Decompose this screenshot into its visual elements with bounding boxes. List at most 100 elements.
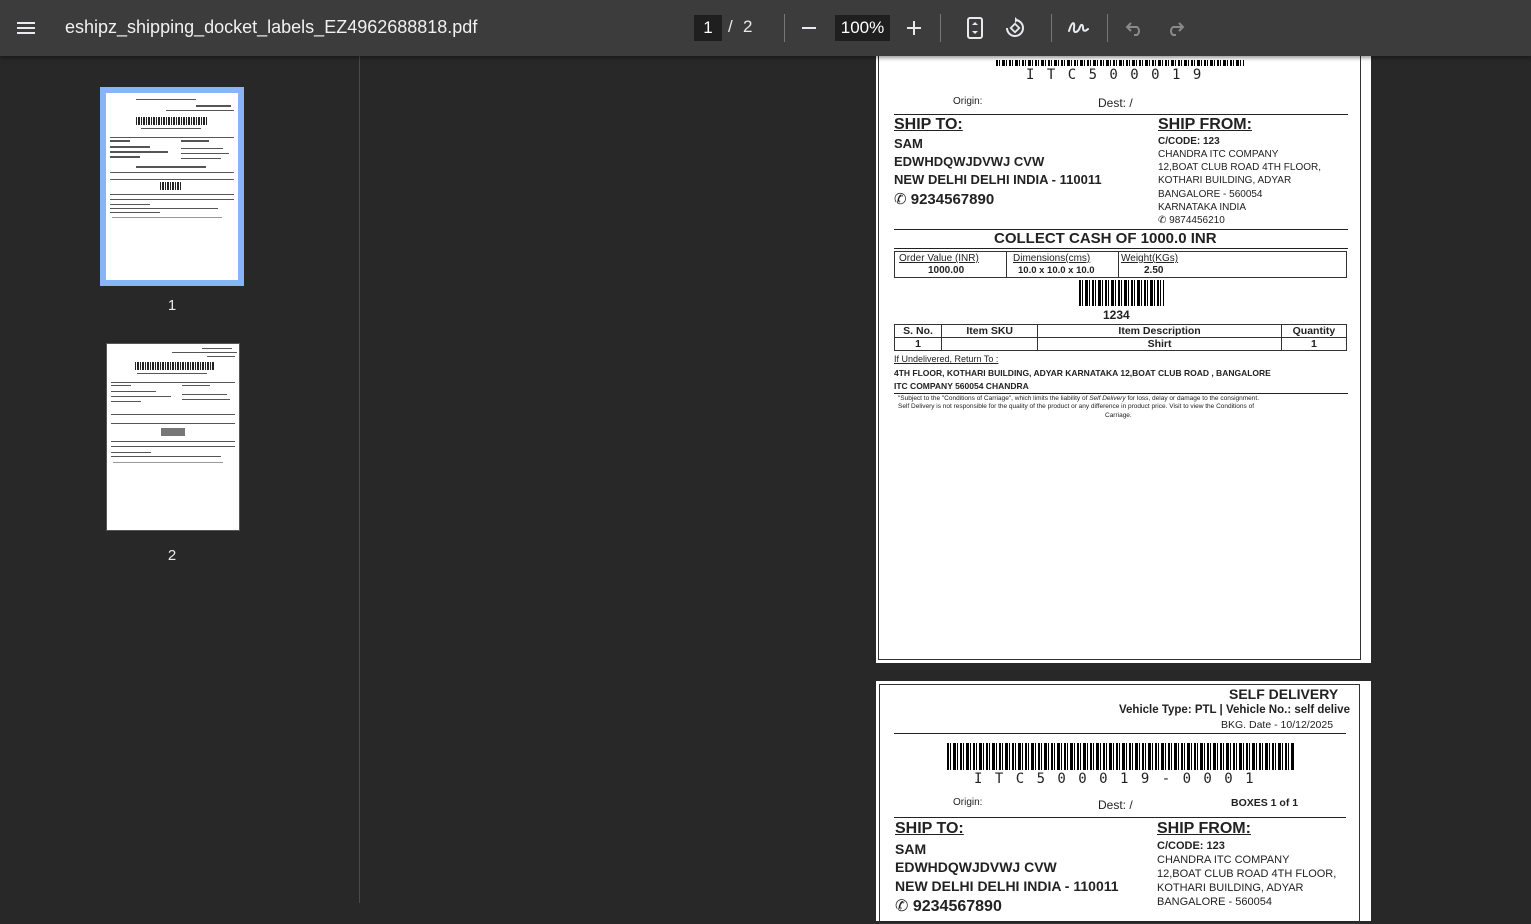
- thumb-rule: [110, 172, 234, 173]
- ship-to-phone: 9234567890: [910, 191, 995, 208]
- thumb-rule: [110, 199, 234, 200]
- return-address-line: 4TH FLOOR, KOTHARI BUILDING, ADYAR KARNA…: [894, 368, 1271, 378]
- items-table: S. No. Item SKU Item Description Quantit…: [893, 324, 1348, 351]
- thumb-rule: [110, 137, 234, 138]
- weight-label: Weight(KGs): [1121, 253, 1179, 264]
- thumb-text: [182, 399, 230, 400]
- self-delivery-title: SELF DELIVERY: [1229, 686, 1339, 702]
- table-cell: Shirt: [1037, 337, 1282, 351]
- order-value: 1000.00: [928, 265, 965, 276]
- thumb-rule: [111, 423, 235, 424]
- thumb-text: [136, 166, 206, 168]
- thumb-text: [110, 156, 140, 158]
- ship-from-line: KOTHARI BUILDING, ADYAR: [1158, 175, 1292, 186]
- thumb-rule: [111, 382, 235, 383]
- disclaimer-text: for loss, delay or damage to the consign…: [1125, 395, 1259, 402]
- document-title: eshipz_shipping_docket_labels_EZ49626888…: [65, 17, 478, 37]
- divider: [894, 248, 1348, 249]
- ship-to-phone-row: ✆ 9234567890: [895, 896, 1002, 916]
- thumb-text: [110, 204, 150, 205]
- toolbar-divider: [940, 14, 941, 42]
- barcode-text: I T C 5 0 0 0 1 9: [1026, 67, 1204, 83]
- plus-icon[interactable]: [898, 12, 930, 44]
- thumbnail-label: 2: [167, 547, 177, 564]
- ship-from-line: BANGALORE - 560054: [1157, 896, 1272, 908]
- pdf-page-2: SELF DELIVERY Vehicle Type: PTL | Vehicl…: [876, 681, 1371, 924]
- dimensions-label: Dimensions(cms): [1013, 253, 1091, 264]
- thumbnail-page-1[interactable]: [100, 87, 244, 286]
- fit-page-icon[interactable]: [959, 12, 991, 44]
- thumb-text: [111, 456, 221, 457]
- ship-to-heading: SHIP TO:: [894, 116, 963, 133]
- ship-from-line: 12,BOAT CLUB ROAD 4TH FLOOR,: [1158, 162, 1322, 173]
- thumb-text: [181, 153, 229, 154]
- thumbnail-page-2[interactable]: [106, 343, 240, 531]
- origin-label: Origin:: [953, 96, 983, 107]
- ship-to-address: EDWHDQWJDVWJ CVW: [895, 859, 1057, 875]
- ship-from-line: 12,BOAT CLUB ROAD 4TH FLOOR,: [1157, 868, 1337, 880]
- thumb-text: [137, 373, 207, 374]
- thumb-text: [111, 396, 171, 397]
- table-header-row: S. No. Item SKU Item Description Quantit…: [893, 324, 1348, 338]
- thumb-rule: [111, 414, 235, 415]
- thumb-text: [110, 140, 130, 142]
- booking-date: BKG. Date - 10/12/2025: [1221, 719, 1334, 731]
- thumb-text: [202, 348, 232, 349]
- ship-from-line: KOTHARI BUILDING, ADYAR: [1157, 882, 1304, 894]
- ship-to-name: SAM: [895, 841, 927, 857]
- zoom-input[interactable]: 100%: [835, 15, 890, 41]
- divider: [894, 393, 1348, 394]
- divider: [1118, 252, 1119, 277]
- redo-icon[interactable]: [1159, 12, 1191, 44]
- ship-to-heading: SHIP TO:: [895, 820, 964, 837]
- ship-from-phone: 9874456210: [1169, 215, 1225, 226]
- column-header: S. No.: [893, 324, 943, 338]
- rotate-icon[interactable]: [999, 12, 1031, 44]
- dimensions-value: 10.0 x 10.0 x 10.0: [1018, 265, 1095, 276]
- thumbnail-sidebar: 1 2: [0, 56, 360, 903]
- dest-label: Dest: /: [1098, 96, 1133, 110]
- thumb-barcode: [135, 362, 215, 370]
- dest-label: Dest: /: [1098, 798, 1133, 812]
- undo-icon[interactable]: [1119, 12, 1151, 44]
- sku-barcode-text: 1234: [1103, 308, 1130, 322]
- thumb-text: [182, 394, 227, 395]
- ship-from-line: BANGALORE - 560054: [1158, 189, 1263, 200]
- ship-from-line: CHANDRA ITC COMPANY: [1157, 854, 1290, 866]
- order-value-label: Order Value (INR): [899, 253, 979, 264]
- thumb-text: [172, 352, 237, 353]
- boxes-count: BOXES 1 of 1: [1231, 797, 1299, 809]
- thumb-text: [181, 148, 223, 149]
- divider: [894, 733, 1346, 734]
- thumb-text: [111, 401, 141, 402]
- disclaimer-line: Carriage.: [1105, 412, 1132, 419]
- thumb-text: [182, 385, 210, 386]
- page-separator: /: [728, 17, 733, 36]
- ship-from-heading: SHIP FROM:: [1158, 116, 1252, 133]
- return-heading: If Undelivered, Return To :: [894, 354, 999, 364]
- thumb-text: [207, 356, 235, 357]
- shipment-barcode: [947, 743, 1294, 770]
- thumb-text: [110, 212, 160, 213]
- minus-icon[interactable]: [793, 12, 825, 44]
- ship-to-phone-row: ✆ 9234567890: [894, 190, 994, 208]
- vehicle-info: Vehicle Type: PTL | Vehicle No.: self de…: [1119, 704, 1350, 716]
- thumb-text: [196, 105, 231, 107]
- thumb-rule: [110, 179, 234, 180]
- table-cell: 1: [1280, 337, 1348, 351]
- ship-from-code: C/CODE: 123: [1158, 136, 1220, 147]
- divider: [1006, 252, 1007, 277]
- phone-icon: ✆: [894, 191, 907, 208]
- order-info-box: Order Value (INR) 1000.00 Dimensions(cms…: [894, 251, 1347, 278]
- thumb-text: [113, 462, 223, 463]
- menu-icon[interactable]: [10, 12, 42, 44]
- thumb-text: [110, 208, 218, 209]
- ship-to-city: NEW DELHI DELHI INDIA - 110011: [894, 172, 1102, 187]
- pdf-toolbar: eshipz_shipping_docket_labels_EZ49626888…: [0, 0, 1531, 56]
- page-number-input[interactable]: 1: [694, 15, 722, 41]
- sku-barcode: [1079, 280, 1164, 306]
- disclaimer-text: "Subject to the "Conditions of Carriage"…: [898, 395, 1090, 402]
- draw-icon[interactable]: [1062, 12, 1094, 44]
- thumb-rule: [110, 194, 234, 195]
- ship-to-phone: 9234567890: [912, 898, 1002, 915]
